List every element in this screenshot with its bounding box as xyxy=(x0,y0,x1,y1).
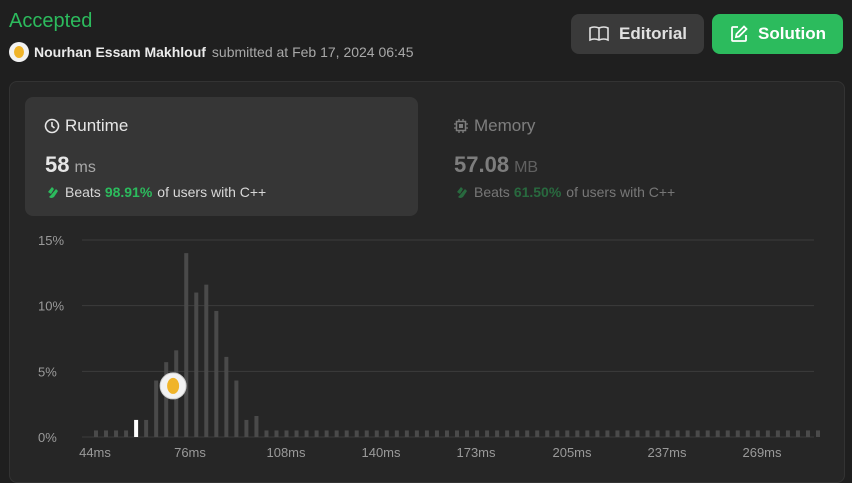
runtime-beats-suffix: of users with C++ xyxy=(157,184,267,200)
editorial-button[interactable]: Editorial xyxy=(571,14,704,54)
runtime-beats-label: Beats xyxy=(65,184,101,200)
author-name[interactable]: Nourhan Essam Makhlouf xyxy=(34,44,206,60)
runtime-unit: ms xyxy=(74,159,96,176)
memory-beats-suffix: of users with C++ xyxy=(566,184,676,200)
runtime-beats-pct: 98.91% xyxy=(104,184,153,200)
runtime-title-label: Runtime xyxy=(65,116,129,135)
avatar[interactable] xyxy=(9,42,29,62)
chip-icon xyxy=(454,119,468,133)
runtime-value: 58 ms xyxy=(45,152,96,178)
memory-title: Memory xyxy=(453,116,535,136)
clap-icon xyxy=(48,187,58,198)
clock-icon xyxy=(44,118,60,134)
memory-beats: Beats 61.50% of users with C++ xyxy=(454,184,675,200)
memory-beats-label: Beats xyxy=(474,184,510,200)
solution-button[interactable]: Solution xyxy=(712,14,843,54)
runtime-number: 58 xyxy=(45,152,70,177)
submission-info: Nourhan Essam Makhlouf submitted at Feb … xyxy=(9,42,414,62)
memory-beats-pct: 61.50% xyxy=(513,184,562,200)
runtime-beats: Beats 98.91% of users with C++ xyxy=(45,184,266,200)
submitted-text: submitted at Feb 17, 2024 06:45 xyxy=(211,44,414,60)
solution-label: Solution xyxy=(758,24,826,43)
memory-unit: MB xyxy=(514,159,539,176)
memory-title-label: Memory xyxy=(474,116,536,135)
memory-number: 57.08 xyxy=(454,152,510,177)
runtime-title: Runtime xyxy=(44,116,128,136)
book-icon xyxy=(589,26,609,42)
memory-value: 57.08 MB xyxy=(454,152,538,178)
editorial-label: Editorial xyxy=(619,24,688,43)
clap-icon xyxy=(457,187,467,198)
edit-icon xyxy=(731,25,748,42)
status-accepted: Accepted xyxy=(9,10,93,32)
